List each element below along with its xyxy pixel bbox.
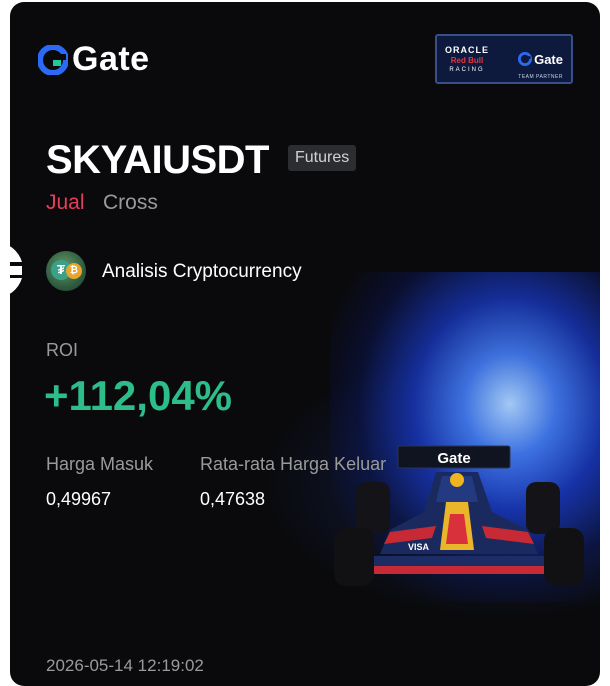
margin-mode: Cross [103,191,158,214]
trading-pair: SKYAIUSDT [46,138,269,182]
racing-text: RACING [449,66,485,73]
redbull-partner-badge: ORACLE Red Bull RACING Gate TEAM PARTNER [435,34,573,84]
account-avatar: ₮ ₿ [46,251,86,291]
exit-price-value: 0,47638 [200,489,266,509]
exit-price-label: Rata-rata Harga Keluar [200,454,387,474]
gate-logo: Gate [38,40,150,79]
gate-small-icon [518,52,533,66]
futures-badge: Futures [288,145,357,171]
timestamp: 2026-05-14 12:19:02 [46,656,204,675]
account-name: Analisis Cryptocurrency [102,261,302,282]
entry-price-label: Harga Masuk [46,454,154,474]
gate-logo-edge-icon [0,242,22,298]
redbull-text: Red Bull [450,55,484,65]
car-sponsor-text: Gate [437,450,470,467]
roi-value: +112,04% [44,372,233,419]
partner-gate-logo: Gate [518,52,563,67]
oracle-text: ORACLE [445,44,489,55]
gate-logo-icon [38,44,68,75]
gate-logo-text: Gate [72,40,150,78]
partner-gate-text: Gate [534,51,563,67]
position-side: Jual [46,191,85,214]
share-card: Gate ORACLE Red Bull RACING Gate TEAM PA… [10,2,600,686]
entry-price-value: 0,49967 [46,489,112,509]
roi-label: ROI [46,340,79,360]
bitcoin-icon: ₿ [66,263,82,279]
team-partner-text: TEAM PARTNER [518,74,563,80]
car-visa-text: VISA [408,542,430,552]
